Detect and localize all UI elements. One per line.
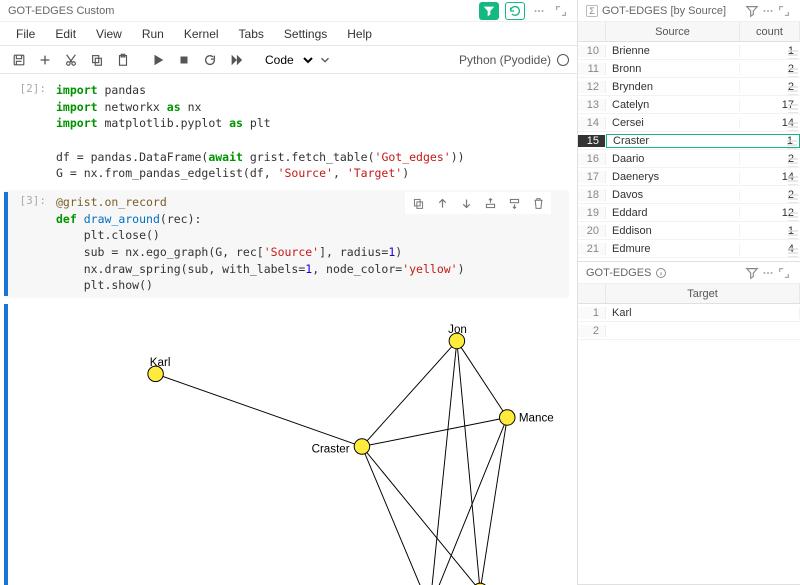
table-row[interactable]: 11Bronn2 (578, 60, 800, 78)
menu-item-view[interactable]: View (88, 25, 130, 43)
cell-prompt: [2]: (12, 80, 52, 184)
menu-item-tabs[interactable]: Tabs (231, 25, 272, 43)
table-row[interactable]: 22Gendry1 (578, 258, 800, 261)
menu-item-run[interactable]: Run (134, 25, 172, 43)
kernel-name: Python (Pyodide) (459, 53, 551, 67)
svg-text:Mance: Mance (519, 411, 554, 424)
add-cell-icon[interactable] (34, 49, 56, 71)
stop-icon[interactable] (173, 49, 195, 71)
delete-icon[interactable] (529, 194, 547, 212)
info-icon[interactable] (655, 267, 667, 279)
notebook-toolbar: Code Python (Pyodide) (0, 46, 577, 74)
table-row[interactable]: 14Cersei14 (578, 114, 800, 132)
maximize-icon[interactable] (776, 3, 792, 19)
panel-header: GOT-EDGES Custom (0, 0, 577, 22)
notebook-panel: GOT-EDGES Custom FileEditViewRunKernelTa… (0, 0, 578, 585)
move-up-icon[interactable] (433, 194, 451, 212)
menu-item-edit[interactable]: Edit (47, 25, 84, 43)
grid-columns: Source count (578, 22, 800, 42)
chevron-down-icon[interactable] (314, 49, 336, 71)
svg-text:Jon: Jon (448, 323, 467, 336)
move-down-icon[interactable] (457, 194, 475, 212)
run-all-icon[interactable] (225, 49, 247, 71)
maximize-icon[interactable] (776, 265, 792, 281)
table-row[interactable]: 2 (578, 322, 800, 340)
filter-icon[interactable] (479, 2, 499, 20)
table-row[interactable]: 12Brynden2 (578, 78, 800, 96)
cut-icon[interactable] (60, 49, 82, 71)
graph-node: Jon (448, 323, 467, 349)
column-header[interactable]: Source (606, 22, 740, 41)
panel-title: GOT-EDGES Custom (8, 5, 479, 17)
output-cell: KarlJonManceCrasterGillySamwell (4, 304, 569, 585)
menu-item-kernel[interactable]: Kernel (176, 25, 227, 43)
duplicate-icon[interactable] (409, 194, 427, 212)
code-editor[interactable]: import pandas import networkx as nx impo… (52, 80, 569, 184)
graph-node: Mance (500, 410, 554, 426)
table-row[interactable]: 10Brienne1 (578, 42, 800, 60)
copy-icon[interactable] (86, 49, 108, 71)
kernel-idle-icon (557, 54, 569, 66)
menu-bar: FileEditViewRunKernelTabsSettingsHelp (0, 22, 577, 46)
grid-title: GOT-EDGES (586, 267, 744, 279)
code-cell[interactable]: [2]: import pandas import networkx as nx… (4, 80, 569, 184)
insert-below-icon[interactable] (505, 194, 523, 212)
save-icon[interactable] (8, 49, 30, 71)
refresh-icon[interactable] (505, 2, 525, 20)
notebook-body: [2]: import pandas import networkx as nx… (0, 74, 577, 585)
table-row[interactable]: 15Craster1 (578, 132, 800, 150)
table-row[interactable]: 1Karl (578, 304, 800, 322)
column-header[interactable]: count (740, 22, 800, 41)
table-row[interactable]: 21Edmure4 (578, 240, 800, 258)
table-row[interactable]: 16Daario2 (578, 150, 800, 168)
column-header[interactable]: Target (606, 284, 800, 303)
summary-icon: Σ (586, 5, 598, 17)
menu-item-file[interactable]: File (8, 25, 43, 43)
table-row[interactable]: 17Daenerys14 (578, 168, 800, 186)
svg-text:Karl: Karl (150, 356, 171, 369)
table-row[interactable]: 19Eddard12 (578, 204, 800, 222)
grid-title: Σ GOT-EDGES [by Source] (586, 5, 744, 17)
cell-prompt: [3]: (12, 192, 52, 296)
code-cell[interactable]: [3]: @grist.on_record def draw_around(re… (4, 190, 569, 298)
cell-type-select[interactable]: Code (255, 50, 316, 70)
svg-text:Craster: Craster (312, 442, 350, 455)
more-icon[interactable] (760, 265, 776, 281)
graph-output: KarlJonManceCrasterGillySamwell (58, 308, 569, 585)
restart-icon[interactable] (199, 49, 221, 71)
data-panel: Σ GOT-EDGES [by Source] Source count 10B… (578, 0, 800, 585)
graph-node: Craster (312, 439, 370, 456)
insert-above-icon[interactable] (481, 194, 499, 212)
maximize-icon[interactable] (553, 3, 569, 19)
cell-toolbar (405, 192, 551, 214)
filter-icon[interactable] (744, 3, 760, 19)
table-row[interactable]: 18Davos2 (578, 186, 800, 204)
menu-item-settings[interactable]: Settings (276, 25, 335, 43)
more-icon[interactable] (760, 3, 776, 19)
table-row[interactable]: 20Eddison1 (578, 222, 800, 240)
grid-target-section: GOT-EDGES Target 1Karl2 (578, 262, 800, 585)
more-icon[interactable] (531, 3, 547, 19)
kernel-status[interactable]: Python (Pyodide) (459, 53, 569, 67)
table-row[interactable]: 13Catelyn17 (578, 96, 800, 114)
paste-icon[interactable] (112, 49, 134, 71)
menu-item-help[interactable]: Help (339, 25, 380, 43)
grid-source-section: Σ GOT-EDGES [by Source] Source count 10B… (578, 0, 800, 262)
filter-icon[interactable] (744, 265, 760, 281)
grid-columns: Target (578, 284, 800, 304)
run-icon[interactable] (147, 49, 169, 71)
